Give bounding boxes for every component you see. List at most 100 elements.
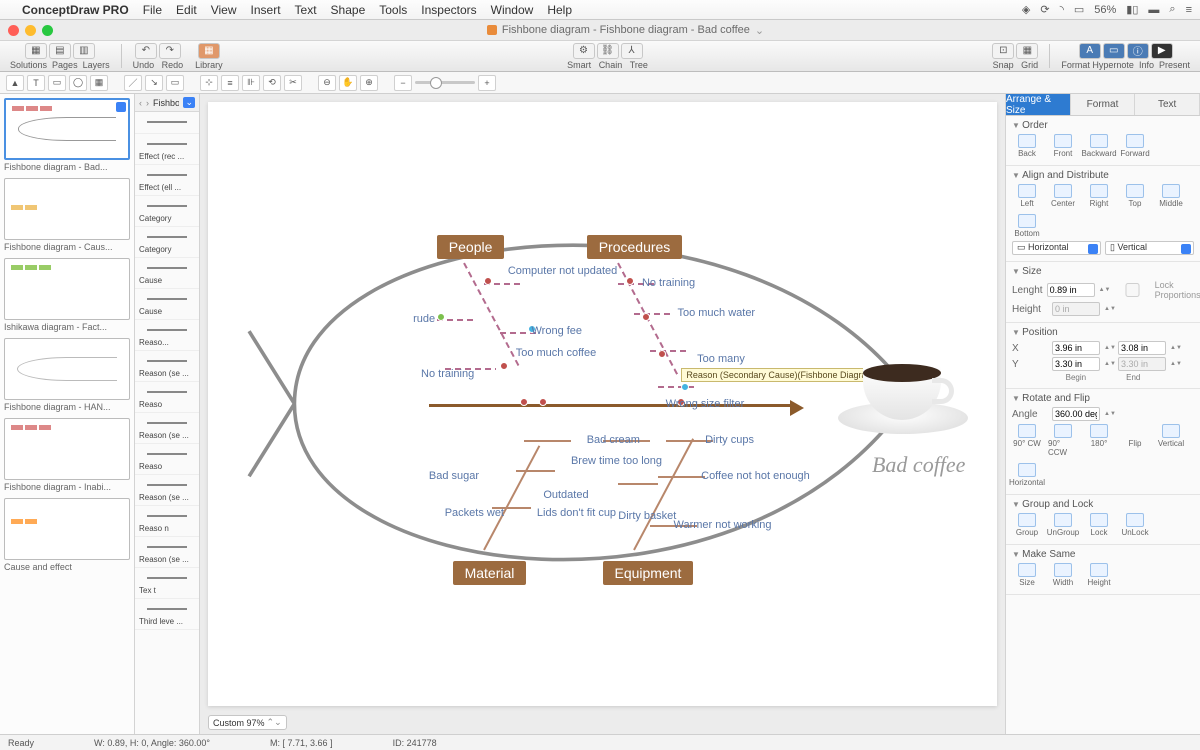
layers-button[interactable]: ▥ [73, 43, 95, 59]
order-backward[interactable]: Backward [1084, 134, 1114, 158]
align-center[interactable]: Center [1048, 184, 1078, 208]
info-button[interactable]: ⓘ [1127, 43, 1149, 59]
align-right[interactable]: Right [1084, 184, 1114, 208]
align-top[interactable]: Top [1120, 184, 1150, 208]
table-tool[interactable]: ▦ [90, 75, 108, 91]
rotate-ccw[interactable]: 90° CCW [1048, 424, 1078, 457]
lock-proportions[interactable]: Lock Proportions [1113, 280, 1200, 300]
same-width[interactable]: Width [1048, 563, 1078, 587]
menu-edit[interactable]: Edit [176, 3, 197, 17]
node[interactable] [520, 398, 528, 406]
hypernote-button[interactable]: ▭ [1103, 43, 1125, 59]
menu-file[interactable]: File [143, 3, 162, 17]
cause-computer[interactable]: Computer not updated [508, 265, 617, 277]
redo-button[interactable]: ↷ [159, 43, 181, 59]
shape-item-9[interactable]: Reaso [135, 382, 199, 413]
shape-item-12[interactable]: Reason (se ... [135, 475, 199, 506]
document-tab[interactable]: Fishbone diagram - Fishbone diagram - Ba… [487, 24, 764, 37]
tab-text[interactable]: Text [1135, 94, 1200, 115]
cause-badsugar[interactable]: Bad sugar [429, 470, 479, 482]
cause-outdated[interactable]: Outdated [543, 489, 588, 501]
crop-tool[interactable]: ⊹ [200, 75, 218, 91]
menu-shape[interactable]: Shape [331, 3, 366, 17]
cause-badcream[interactable]: Bad cream [587, 434, 640, 446]
cause-packetswet[interactable]: Packets wet [445, 507, 504, 519]
undo-button[interactable]: ↶ [135, 43, 157, 59]
shape-item-3[interactable]: Category [135, 196, 199, 227]
shape-item-1[interactable]: Effect (rec ... [135, 134, 199, 165]
diamond-icon[interactable]: ◈ [1022, 3, 1030, 16]
shape-item-6[interactable]: Cause [135, 289, 199, 320]
snap-button[interactable]: ⊡ [992, 43, 1014, 59]
ungroup-btn[interactable]: UnGroup [1048, 513, 1078, 537]
drawing-canvas[interactable]: People Procedures Material Equipment [208, 102, 997, 706]
shape-item-13[interactable]: Reaso n [135, 506, 199, 537]
ellipse-tool[interactable]: ◯ [69, 75, 87, 91]
flag-icon[interactable]: ▬ [1148, 4, 1159, 16]
align-tool[interactable]: ≡ [221, 75, 239, 91]
pos-x2[interactable] [1118, 341, 1166, 355]
zoom-tool[interactable]: ⊕ [360, 75, 378, 91]
shape-item-5[interactable]: Cause [135, 258, 199, 289]
cause-brewtime[interactable]: Brew time too long [571, 455, 662, 467]
cause-dirtycups[interactable]: Dirty cups [705, 434, 754, 446]
category-people[interactable]: People [437, 235, 505, 259]
menu-help[interactable]: Help [547, 3, 572, 17]
cause-warmer[interactable]: Warmer not working [674, 519, 772, 531]
minimize-window-button[interactable] [25, 25, 36, 36]
align-left[interactable]: Left [1012, 184, 1042, 208]
cause-wrongsize[interactable]: Wrong size filter [666, 398, 745, 410]
wifi-icon[interactable]: ◝ [1060, 3, 1064, 16]
chain-button[interactable]: ⛓ [597, 43, 619, 59]
order-back[interactable]: Back [1012, 134, 1042, 158]
zoom-plus[interactable]: + [478, 75, 496, 91]
rotate-tool[interactable]: ⟲ [263, 75, 281, 91]
pos-y1[interactable] [1052, 357, 1100, 371]
cause-notraining-p[interactable]: No training [421, 368, 474, 380]
zoom-out-tool[interactable]: ⊖ [318, 75, 336, 91]
effect-label[interactable]: Bad coffee [872, 452, 965, 478]
angle-input[interactable] [1052, 407, 1100, 421]
shape-item-14[interactable]: Reason (se ... [135, 537, 199, 568]
menu-window[interactable]: Window [491, 3, 534, 17]
tree-button[interactable]: ⅄ [621, 43, 643, 59]
distribute-v[interactable]: ▯ Vertical [1105, 241, 1194, 255]
group-btn[interactable]: Group [1012, 513, 1042, 537]
menu-tools[interactable]: Tools [379, 3, 407, 17]
cause-notraining-proc[interactable]: No training [642, 277, 695, 289]
chevron-down-icon[interactable]: ⌄ [755, 24, 764, 37]
category-procedures[interactable]: Procedures [587, 235, 683, 259]
cause-nothot[interactable]: Coffee not hot enough [701, 470, 810, 482]
page-thumb-4[interactable]: Fishbone diagram - Inabi... [4, 418, 130, 492]
library-title[interactable]: Fishbo... [153, 98, 179, 108]
menu-view[interactable]: View [211, 3, 237, 17]
cause-rude[interactable]: rude [413, 313, 435, 325]
align-middle[interactable]: Middle [1156, 184, 1186, 208]
shape-item-7[interactable]: Reaso... [135, 320, 199, 351]
page-thumb-0[interactable]: Fishbone diagram - Bad... [4, 98, 130, 172]
cause-wrongfee[interactable]: Wrong fee [531, 325, 582, 337]
lib-fwd-icon[interactable]: › [146, 98, 149, 108]
tab-format[interactable]: Format [1071, 94, 1136, 115]
zoom-slider[interactable] [415, 81, 475, 84]
menu-inspectors[interactable]: Inspectors [421, 3, 476, 17]
pages-button[interactable]: ▤ [49, 43, 71, 59]
scissors-tool[interactable]: ✂ [284, 75, 302, 91]
menu-icon[interactable]: ≡ [1186, 4, 1192, 16]
rect-tool[interactable]: ▭ [48, 75, 66, 91]
format-button[interactable]: A [1079, 43, 1101, 59]
node[interactable] [500, 362, 508, 370]
rotate-180[interactable]: 180° [1084, 424, 1114, 457]
zoom-window-button[interactable] [42, 25, 53, 36]
grid-button[interactable]: ▦ [1016, 43, 1038, 59]
display-icon[interactable]: ▭ [1074, 3, 1084, 16]
page-thumb-3[interactable]: Fishbone diagram - HAN... [4, 338, 130, 412]
hand-tool[interactable]: ✋ [339, 75, 357, 91]
close-window-button[interactable] [8, 25, 19, 36]
lock-btn[interactable]: Lock [1084, 513, 1114, 537]
shape-item-2[interactable]: Effect (ell ... [135, 165, 199, 196]
line-tool[interactable]: ／ [124, 75, 142, 91]
rotate-cw[interactable]: 90° CW [1012, 424, 1042, 457]
shape-item-11[interactable]: Reaso [135, 444, 199, 475]
pointer-tool[interactable]: ▲ [6, 75, 24, 91]
